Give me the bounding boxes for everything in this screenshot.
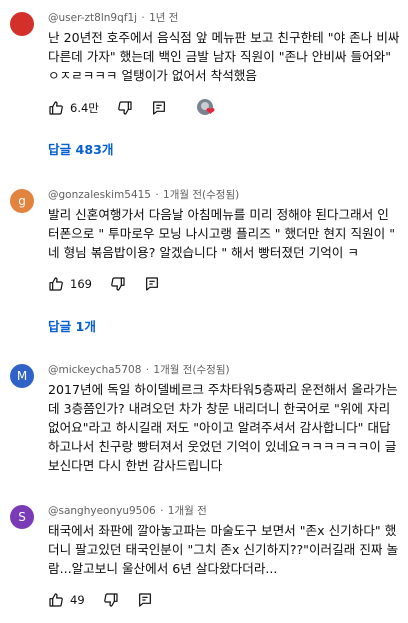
meta-separator: · bbox=[141, 12, 145, 24]
thumb-up-icon bbox=[49, 277, 63, 291]
comment-time[interactable]: 1년 전 bbox=[149, 12, 178, 24]
comment-icon bbox=[146, 277, 158, 291]
replies-toggle[interactable]: 답글 483개 bbox=[48, 139, 113, 158]
comment-meta: @mickeycha5708 · 1개월 전(수정됨) bbox=[48, 362, 400, 378]
author-handle[interactable]: @user-zt8ln9qf1j bbox=[48, 12, 137, 24]
creator-heart: ❤ bbox=[196, 98, 219, 118]
comment-time[interactable]: 1개월 전 bbox=[168, 505, 207, 517]
thumb-down-icon bbox=[111, 277, 125, 291]
like-button[interactable]: 169 bbox=[48, 276, 92, 292]
avatar[interactable]: S bbox=[10, 505, 34, 529]
comment-time[interactable]: 1개월 전(수정됨) bbox=[153, 364, 229, 376]
avatar[interactable]: g bbox=[10, 189, 34, 213]
reply-button[interactable] bbox=[144, 276, 160, 292]
avatar[interactable]: M bbox=[10, 364, 34, 388]
like-button[interactable]: 6.4만 bbox=[48, 100, 99, 116]
meta-separator: · bbox=[145, 364, 150, 376]
thumb-up-icon bbox=[49, 593, 63, 607]
thumb-up-icon bbox=[49, 101, 63, 115]
comment-text: 발리 신혼여행가서 다음날 아침메뉴를 미리 정해야 된다그래서 인터폰으로 "… bbox=[48, 207, 396, 260]
comment-icon bbox=[138, 593, 151, 607]
like-count: 169 bbox=[70, 277, 92, 291]
thumb-down-icon bbox=[103, 593, 118, 607]
dislike-button[interactable] bbox=[110, 276, 126, 292]
comment-meta: @sanghyeonyu9506 · 1개월 전 bbox=[48, 503, 400, 519]
avatar-letter: S bbox=[18, 510, 26, 524]
dislike-button[interactable] bbox=[103, 592, 119, 608]
author-handle[interactable]: @sanghyeonyu9506 bbox=[48, 505, 156, 517]
meta-separator: · bbox=[160, 505, 164, 517]
avatar[interactable] bbox=[10, 12, 34, 36]
comment-text: 난 20년전 호주에서 음식점 앞 메뉴판 보고 친구한테 "야 존나 비싸 다… bbox=[48, 30, 400, 83]
replies-toggle[interactable]: 답글 1개 bbox=[48, 316, 96, 335]
comment-icon bbox=[152, 101, 165, 115]
like-count: 6.4만 bbox=[70, 101, 99, 115]
comment-meta: @user-zt8ln9qf1j · 1년 전 bbox=[48, 10, 400, 26]
avatar-letter: M bbox=[16, 369, 28, 383]
meta-separator: · bbox=[155, 189, 159, 201]
like-button[interactable]: 49 bbox=[48, 592, 85, 608]
reply-button[interactable] bbox=[137, 592, 153, 608]
author-handle[interactable]: @mickeycha5708 bbox=[48, 364, 141, 376]
reply-button[interactable] bbox=[151, 100, 167, 116]
comment-meta: @gonzaleskim5415 · 1개월 전(수정됨) bbox=[48, 187, 400, 203]
comment-actions: 49 bbox=[48, 589, 171, 611]
like-count: 49 bbox=[70, 593, 85, 607]
dislike-button[interactable] bbox=[117, 100, 133, 116]
comment-text: 태국에서 좌판에 깔아놓고파는 마술도구 보면서 "존x 신기하다" 했더니 팔… bbox=[48, 523, 399, 576]
comment-text: 2017년에 독일 하이델베르크 주차타워5층짜리 운전해서 올라가는데 3층쯤… bbox=[48, 382, 398, 473]
comment-time[interactable]: 1개월 전(수정됨) bbox=[163, 189, 239, 201]
comment-actions: 6.4만 ❤ bbox=[48, 97, 237, 119]
heart-icon: ❤ bbox=[205, 105, 216, 118]
author-handle[interactable]: @gonzaleskim5415 bbox=[48, 189, 151, 201]
comment-actions: 169 bbox=[48, 273, 178, 295]
avatar-letter: g bbox=[18, 194, 26, 208]
thumb-down-icon bbox=[118, 101, 132, 115]
